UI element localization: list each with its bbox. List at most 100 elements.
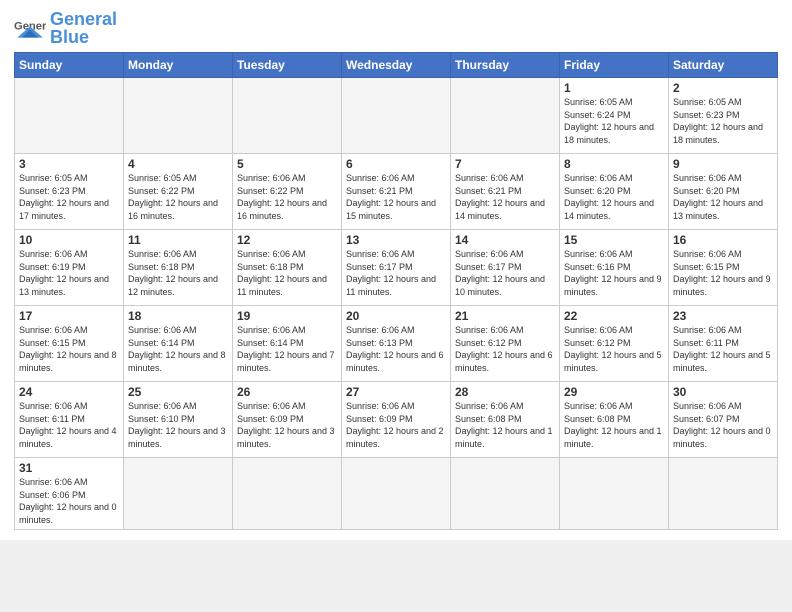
calendar-cell bbox=[124, 458, 233, 530]
calendar-cell: 18Sunrise: 6:06 AM Sunset: 6:14 PM Dayli… bbox=[124, 306, 233, 382]
calendar-cell: 15Sunrise: 6:06 AM Sunset: 6:16 PM Dayli… bbox=[560, 230, 669, 306]
calendar-cell: 26Sunrise: 6:06 AM Sunset: 6:09 PM Dayli… bbox=[233, 382, 342, 458]
day-info: Sunrise: 6:06 AM Sunset: 6:19 PM Dayligh… bbox=[19, 248, 119, 298]
day-number: 11 bbox=[128, 233, 228, 247]
generalblue-logo-icon: General bbox=[14, 12, 46, 44]
calendar-cell: 28Sunrise: 6:06 AM Sunset: 6:08 PM Dayli… bbox=[451, 382, 560, 458]
weekday-header-sunday: Sunday bbox=[15, 53, 124, 78]
day-info: Sunrise: 6:06 AM Sunset: 6:16 PM Dayligh… bbox=[564, 248, 664, 298]
calendar-cell bbox=[15, 78, 124, 154]
calendar-cell bbox=[560, 458, 669, 530]
day-info: Sunrise: 6:06 AM Sunset: 6:22 PM Dayligh… bbox=[237, 172, 337, 222]
calendar-cell bbox=[233, 78, 342, 154]
calendar-cell: 8Sunrise: 6:06 AM Sunset: 6:20 PM Daylig… bbox=[560, 154, 669, 230]
day-number: 10 bbox=[19, 233, 119, 247]
header-area: General GeneralBlue bbox=[14, 10, 778, 46]
day-number: 28 bbox=[455, 385, 555, 399]
day-info: Sunrise: 6:06 AM Sunset: 6:12 PM Dayligh… bbox=[455, 324, 555, 374]
day-info: Sunrise: 6:06 AM Sunset: 6:14 PM Dayligh… bbox=[128, 324, 228, 374]
day-info: Sunrise: 6:06 AM Sunset: 6:08 PM Dayligh… bbox=[455, 400, 555, 450]
day-info: Sunrise: 6:06 AM Sunset: 6:15 PM Dayligh… bbox=[19, 324, 119, 374]
weekday-header-tuesday: Tuesday bbox=[233, 53, 342, 78]
calendar-cell: 2Sunrise: 6:05 AM Sunset: 6:23 PM Daylig… bbox=[669, 78, 778, 154]
day-number: 21 bbox=[455, 309, 555, 323]
day-info: Sunrise: 6:06 AM Sunset: 6:17 PM Dayligh… bbox=[346, 248, 446, 298]
day-number: 29 bbox=[564, 385, 664, 399]
day-number: 8 bbox=[564, 157, 664, 171]
calendar-cell bbox=[233, 458, 342, 530]
weekday-header-saturday: Saturday bbox=[669, 53, 778, 78]
day-number: 26 bbox=[237, 385, 337, 399]
calendar-cell: 11Sunrise: 6:06 AM Sunset: 6:18 PM Dayli… bbox=[124, 230, 233, 306]
logo-text: GeneralBlue bbox=[50, 10, 117, 46]
day-info: Sunrise: 6:06 AM Sunset: 6:20 PM Dayligh… bbox=[564, 172, 664, 222]
day-info: Sunrise: 6:06 AM Sunset: 6:11 PM Dayligh… bbox=[673, 324, 773, 374]
calendar-cell: 31Sunrise: 6:06 AM Sunset: 6:06 PM Dayli… bbox=[15, 458, 124, 530]
weekday-header-row: SundayMondayTuesdayWednesdayThursdayFrid… bbox=[15, 53, 778, 78]
calendar-cell: 6Sunrise: 6:06 AM Sunset: 6:21 PM Daylig… bbox=[342, 154, 451, 230]
weekday-header-friday: Friday bbox=[560, 53, 669, 78]
day-number: 23 bbox=[673, 309, 773, 323]
calendar-cell: 12Sunrise: 6:06 AM Sunset: 6:18 PM Dayli… bbox=[233, 230, 342, 306]
day-number: 12 bbox=[237, 233, 337, 247]
day-info: Sunrise: 6:06 AM Sunset: 6:18 PM Dayligh… bbox=[237, 248, 337, 298]
calendar-cell: 19Sunrise: 6:06 AM Sunset: 6:14 PM Dayli… bbox=[233, 306, 342, 382]
day-info: Sunrise: 6:05 AM Sunset: 6:23 PM Dayligh… bbox=[673, 96, 773, 146]
day-number: 14 bbox=[455, 233, 555, 247]
day-info: Sunrise: 6:06 AM Sunset: 6:21 PM Dayligh… bbox=[455, 172, 555, 222]
weekday-header-thursday: Thursday bbox=[451, 53, 560, 78]
calendar-week-1: 1Sunrise: 6:05 AM Sunset: 6:24 PM Daylig… bbox=[15, 78, 778, 154]
calendar-cell: 22Sunrise: 6:06 AM Sunset: 6:12 PM Dayli… bbox=[560, 306, 669, 382]
day-info: Sunrise: 6:06 AM Sunset: 6:20 PM Dayligh… bbox=[673, 172, 773, 222]
calendar-cell: 24Sunrise: 6:06 AM Sunset: 6:11 PM Dayli… bbox=[15, 382, 124, 458]
calendar-cell: 13Sunrise: 6:06 AM Sunset: 6:17 PM Dayli… bbox=[342, 230, 451, 306]
calendar-week-2: 3Sunrise: 6:05 AM Sunset: 6:23 PM Daylig… bbox=[15, 154, 778, 230]
day-number: 4 bbox=[128, 157, 228, 171]
day-number: 13 bbox=[346, 233, 446, 247]
calendar-cell bbox=[669, 458, 778, 530]
day-number: 31 bbox=[19, 461, 119, 475]
day-number: 5 bbox=[237, 157, 337, 171]
day-number: 9 bbox=[673, 157, 773, 171]
calendar-cell bbox=[451, 458, 560, 530]
day-number: 18 bbox=[128, 309, 228, 323]
calendar-cell: 30Sunrise: 6:06 AM Sunset: 6:07 PM Dayli… bbox=[669, 382, 778, 458]
day-info: Sunrise: 6:06 AM Sunset: 6:09 PM Dayligh… bbox=[346, 400, 446, 450]
day-number: 19 bbox=[237, 309, 337, 323]
weekday-header-wednesday: Wednesday bbox=[342, 53, 451, 78]
day-info: Sunrise: 6:05 AM Sunset: 6:22 PM Dayligh… bbox=[128, 172, 228, 222]
calendar-cell bbox=[451, 78, 560, 154]
day-number: 22 bbox=[564, 309, 664, 323]
day-info: Sunrise: 6:06 AM Sunset: 6:06 PM Dayligh… bbox=[19, 476, 119, 526]
calendar-cell: 25Sunrise: 6:06 AM Sunset: 6:10 PM Dayli… bbox=[124, 382, 233, 458]
calendar-week-6: 31Sunrise: 6:06 AM Sunset: 6:06 PM Dayli… bbox=[15, 458, 778, 530]
day-info: Sunrise: 6:06 AM Sunset: 6:09 PM Dayligh… bbox=[237, 400, 337, 450]
day-info: Sunrise: 6:06 AM Sunset: 6:08 PM Dayligh… bbox=[564, 400, 664, 450]
logo: General GeneralBlue bbox=[14, 10, 117, 46]
calendar-cell: 5Sunrise: 6:06 AM Sunset: 6:22 PM Daylig… bbox=[233, 154, 342, 230]
calendar-cell: 3Sunrise: 6:05 AM Sunset: 6:23 PM Daylig… bbox=[15, 154, 124, 230]
day-info: Sunrise: 6:06 AM Sunset: 6:13 PM Dayligh… bbox=[346, 324, 446, 374]
day-info: Sunrise: 6:06 AM Sunset: 6:15 PM Dayligh… bbox=[673, 248, 773, 298]
day-number: 24 bbox=[19, 385, 119, 399]
calendar-week-4: 17Sunrise: 6:06 AM Sunset: 6:15 PM Dayli… bbox=[15, 306, 778, 382]
day-info: Sunrise: 6:06 AM Sunset: 6:21 PM Dayligh… bbox=[346, 172, 446, 222]
calendar-cell: 17Sunrise: 6:06 AM Sunset: 6:15 PM Dayli… bbox=[15, 306, 124, 382]
calendar-cell: 27Sunrise: 6:06 AM Sunset: 6:09 PM Dayli… bbox=[342, 382, 451, 458]
day-number: 25 bbox=[128, 385, 228, 399]
day-info: Sunrise: 6:06 AM Sunset: 6:14 PM Dayligh… bbox=[237, 324, 337, 374]
day-info: Sunrise: 6:05 AM Sunset: 6:23 PM Dayligh… bbox=[19, 172, 119, 222]
calendar-cell: 23Sunrise: 6:06 AM Sunset: 6:11 PM Dayli… bbox=[669, 306, 778, 382]
day-number: 3 bbox=[19, 157, 119, 171]
calendar-table: SundayMondayTuesdayWednesdayThursdayFrid… bbox=[14, 52, 778, 530]
calendar-cell: 21Sunrise: 6:06 AM Sunset: 6:12 PM Dayli… bbox=[451, 306, 560, 382]
calendar-cell bbox=[124, 78, 233, 154]
calendar-cell bbox=[342, 458, 451, 530]
calendar-page: General GeneralBlue SundayMondayTuesdayW… bbox=[0, 0, 792, 540]
day-info: Sunrise: 6:06 AM Sunset: 6:12 PM Dayligh… bbox=[564, 324, 664, 374]
calendar-week-3: 10Sunrise: 6:06 AM Sunset: 6:19 PM Dayli… bbox=[15, 230, 778, 306]
day-info: Sunrise: 6:06 AM Sunset: 6:10 PM Dayligh… bbox=[128, 400, 228, 450]
day-number: 6 bbox=[346, 157, 446, 171]
calendar-cell: 16Sunrise: 6:06 AM Sunset: 6:15 PM Dayli… bbox=[669, 230, 778, 306]
day-number: 27 bbox=[346, 385, 446, 399]
